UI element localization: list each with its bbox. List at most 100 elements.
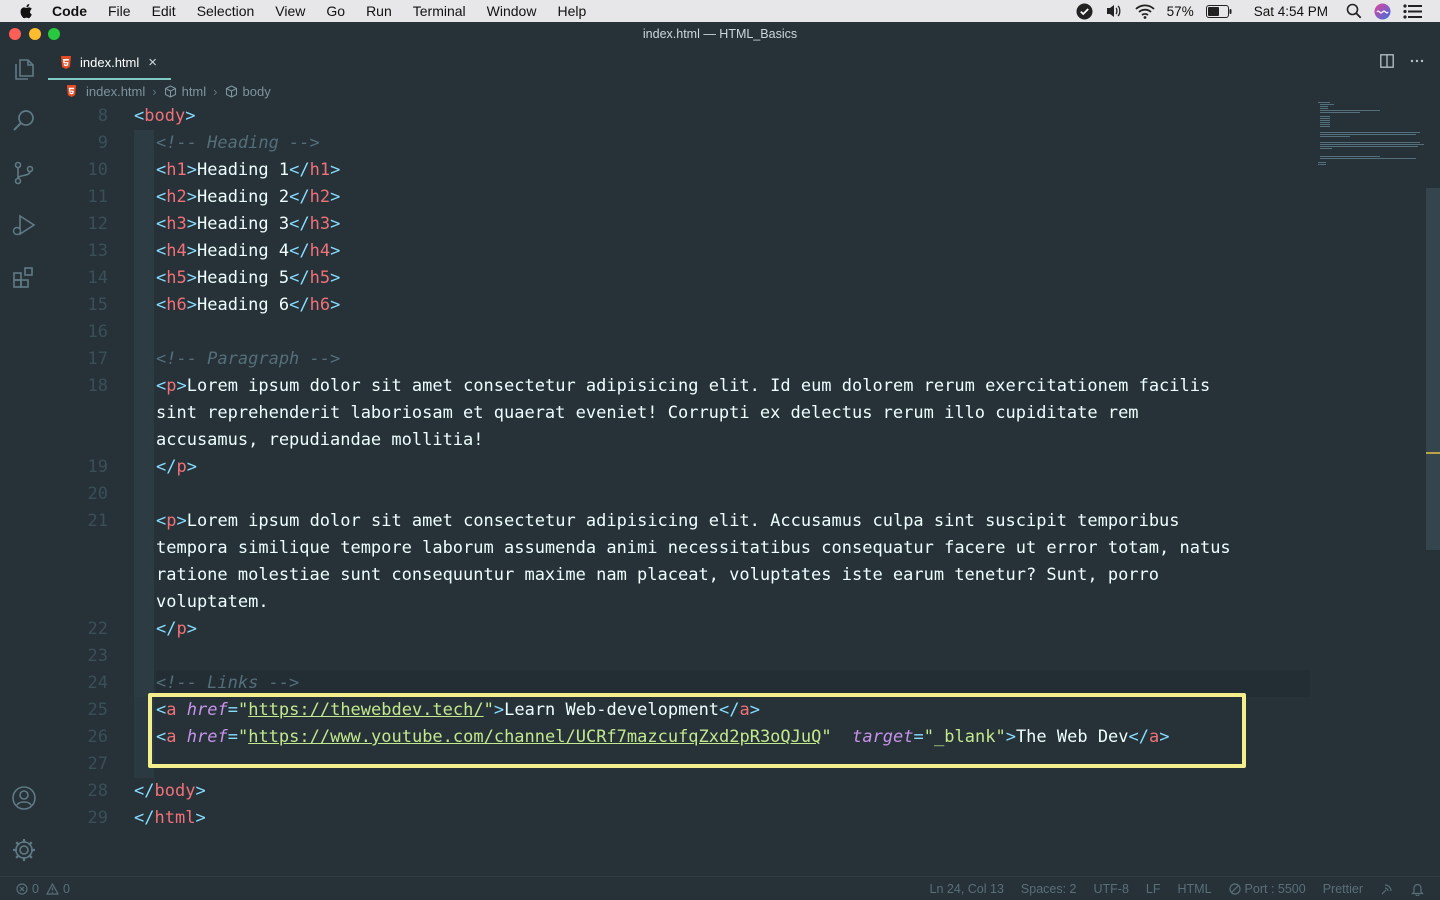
checkmark-status-icon[interactable] [1076,3,1093,20]
menu-run[interactable]: Run [366,3,392,19]
siri-icon[interactable] [1374,3,1391,20]
code-line: 18 <p>Lorem ipsum dolor sit amet consect… [48,373,1310,400]
code-line-wrap: ratione molestiae sunt consequuntur maxi… [48,562,1310,589]
broadcast-icon[interactable] [1380,882,1394,896]
menu-app-name[interactable]: Code [52,3,87,19]
paragraph-text: sint reprehenderit laboriosam et quaerat… [156,403,1139,423]
error-count: 0 [32,881,39,896]
line-number: 26 [87,727,108,747]
code-line: 29 </html> [48,805,1310,832]
line-number: 14 [87,268,108,288]
code-line: 23 [48,643,1310,670]
line-number: 25 [87,700,108,720]
menu-file[interactable]: File [108,3,131,19]
element-cube-icon [164,84,176,98]
language-mode[interactable]: HTML [1178,882,1212,896]
line-number: 12 [87,214,108,234]
line-number: 10 [87,160,108,180]
breadcrumb: index.html › html › body [66,82,271,100]
line-number: 13 [87,241,108,261]
line-number: 9 [97,133,108,153]
cursor-position[interactable]: Ln 24, Col 13 [930,882,1004,896]
element-cube-icon [225,84,237,98]
line-number: 27 [87,754,108,774]
wifi-icon[interactable] [1135,4,1155,19]
control-center-icon[interactable] [1403,3,1422,19]
menu-go[interactable]: Go [326,3,345,19]
code-line: 22 </p> [48,616,1310,643]
menu-terminal[interactable]: Terminal [413,3,466,19]
spotlight-search-icon[interactable] [1346,3,1362,19]
explorer-icon[interactable] [11,56,37,82]
breadcrumb-file[interactable]: index.html [86,84,145,99]
more-actions-icon[interactable] [1410,54,1424,68]
menubar-clock[interactable]: Sat 4:54 PM [1254,4,1328,19]
line-number: 17 [87,349,108,369]
code-line: 20 [48,481,1310,508]
apple-icon[interactable] [18,2,36,20]
accounts-icon[interactable] [11,785,37,811]
source-control-icon[interactable] [11,160,37,186]
zoom-window-button[interactable] [48,28,60,40]
code-line: 9 <!-- Heading --> [48,130,1310,157]
heading-text: Heading 5 [196,268,290,288]
code-line: 10 <h1>Heading 1</h1> [48,157,1310,184]
heading-comment: <!-- Heading --> [156,133,320,153]
line-number: 15 [87,295,108,315]
live-server-port[interactable]: Port : 5500 [1228,882,1306,896]
code-line-wrap: sint reprehenderit laboriosam et quaerat… [48,400,1310,427]
editor-tab-bar: index.html × [48,46,1440,80]
tab-close-icon[interactable]: × [148,54,157,71]
close-window-button[interactable] [9,28,21,40]
breadcrumb-body[interactable]: body [243,84,271,99]
paragraph-text: Lorem ipsum dolor sit amet consectetur a… [186,511,1180,531]
code-line: 16 [48,319,1310,346]
prettier-formatter[interactable]: Prettier [1323,882,1363,896]
links-comment: <!-- Links --> [156,673,300,693]
menu-help[interactable]: Help [557,3,586,19]
battery-icon[interactable] [1205,4,1232,18]
tab-index-html[interactable]: index.html × [48,46,171,80]
code-line: 21 <p>Lorem ipsum dolor sit amet consect… [48,508,1310,535]
heading-text: Heading 4 [196,241,290,261]
run-debug-icon[interactable] [11,212,37,238]
line-number: 18 [87,376,108,396]
menu-window[interactable]: Window [487,3,537,19]
paragraph-text: ratione molestiae sunt consequuntur maxi… [156,565,1160,585]
paragraph-text: Lorem ipsum dolor sit amet consectetur a… [186,376,1211,396]
encoding[interactable]: UTF-8 [1094,882,1129,896]
menu-edit[interactable]: Edit [152,3,176,19]
search-icon[interactable] [11,108,37,134]
indentation[interactable]: Spaces: 2 [1021,882,1077,896]
html5-file-icon [66,85,77,97]
line-number: 29 [87,808,108,828]
volume-icon[interactable] [1105,3,1123,19]
links-highlight-box [148,693,1246,768]
error-icon [16,882,28,895]
paragraph-text: accusamus, repudiandae mollitia! [156,430,484,450]
code-line: 11 <h2>Heading 2</h2> [48,184,1310,211]
code-line-wrap: accusamus, repudiandae mollitia! [48,427,1310,454]
bell-icon[interactable] [1411,882,1424,896]
activity-bar [0,46,48,876]
code-line: 15 <h6>Heading 6</h6> [48,292,1310,319]
breadcrumb-html[interactable]: html [182,84,207,99]
heading-text: Heading 1 [196,160,290,180]
window-title: index.html — HTML_Basics [642,27,798,41]
menu-view[interactable]: View [275,3,305,19]
end-of-line[interactable]: LF [1146,882,1161,896]
line-number: 24 [87,673,108,693]
breadcrumb-separator-icon: › [213,83,218,99]
battery-percent: 57% [1166,3,1194,19]
paragraph-comment: <!-- Paragraph --> [156,349,341,369]
extensions-icon[interactable] [11,264,37,290]
code-line: 14 <h5>Heading 5</h5> [48,265,1310,292]
problems-indicator[interactable]: 0 0 [16,882,70,896]
menu-selection[interactable]: Selection [197,3,255,19]
manage-gear-icon[interactable] [11,837,37,863]
vertical-scrollbar[interactable] [1426,188,1440,550]
heading-text: Heading 2 [196,187,290,207]
minimize-window-button[interactable] [29,28,41,40]
minimap[interactable] [1316,100,1426,180]
split-editor-icon[interactable] [1380,54,1394,68]
